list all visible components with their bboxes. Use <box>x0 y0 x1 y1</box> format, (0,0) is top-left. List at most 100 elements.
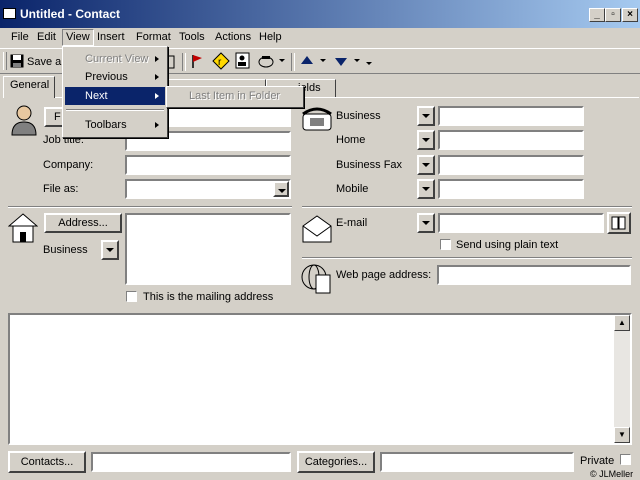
close-button[interactable]: × <box>622 8 638 22</box>
menu-item-label: Previous <box>85 71 128 83</box>
phone-home-field[interactable] <box>438 130 584 150</box>
email-dropdown[interactable] <box>417 213 435 233</box>
phone-business-dropdown[interactable] <box>417 106 435 126</box>
phone-business-fax-label: Business Fax <box>336 159 403 171</box>
section-divider <box>302 206 632 208</box>
phone-mobile-label: Mobile <box>336 183 369 195</box>
menu-help[interactable]: Help <box>256 30 285 45</box>
send-plain-text-label: Send using plain text <box>456 239 559 251</box>
view-menu-item-previous[interactable]: Previous <box>65 68 165 86</box>
menu-actions[interactable]: Actions <box>212 30 254 45</box>
address-book-button[interactable] <box>607 212 631 234</box>
house-icon <box>8 213 38 243</box>
save-icon[interactable] <box>10 54 24 68</box>
email-envelope-icon <box>302 215 332 243</box>
menu-view[interactable]: View <box>62 29 94 46</box>
phone-business-fax-field[interactable] <box>438 155 584 175</box>
contacts-field[interactable] <box>91 452 291 472</box>
phone-business-fax-dropdown[interactable] <box>417 155 435 175</box>
toolbar-separator <box>291 53 295 71</box>
categories-button[interactable]: Categories... <box>297 451 375 473</box>
section-divider <box>302 257 632 259</box>
mailing-address-checkbox[interactable] <box>126 291 137 302</box>
save-and-close-button[interactable]: Save a <box>27 54 61 70</box>
tab-general-label: General <box>10 79 50 91</box>
submenu-arrow-icon <box>155 74 159 80</box>
menu-edit[interactable]: Edit <box>34 30 59 45</box>
submenu-arrow-icon <box>155 122 159 128</box>
menu-format[interactable]: Format <box>133 30 174 45</box>
flag-icon[interactable] <box>190 53 204 69</box>
menu-item-label: Current View <box>85 53 149 65</box>
menu-item-label: Next <box>85 90 108 102</box>
phone-mobile-field[interactable] <box>438 179 584 199</box>
menu-bar: File Edit View Insert Format Tools Actio… <box>0 28 640 47</box>
menu-insert[interactable]: Insert <box>94 30 128 45</box>
company-label: Company: <box>43 159 94 171</box>
email-field[interactable] <box>438 213 604 233</box>
address-type-label: Business <box>43 244 88 256</box>
submenu-arrow-icon <box>155 56 159 62</box>
menu-tools[interactable]: Tools <box>176 30 208 45</box>
web-page-label: Web page address: <box>336 269 432 281</box>
phone-home-dropdown[interactable] <box>417 130 435 150</box>
phone-mobile-dropdown[interactable] <box>417 179 435 199</box>
web-page-field[interactable] <box>437 265 631 285</box>
address-type-dropdown[interactable] <box>101 240 119 260</box>
next-dropdown-arrow[interactable] <box>354 59 360 62</box>
contact-details-icon[interactable] <box>235 52 251 70</box>
file-as-label: File as: <box>43 183 79 195</box>
toolbar-overflow-chevron[interactable] <box>366 62 372 65</box>
phone-home-label: Home <box>336 134 366 146</box>
menu-item-label: Toolbars <box>85 119 127 131</box>
maximize-button[interactable]: ▫ <box>605 8 621 22</box>
file-as-dropdown-button[interactable] <box>273 181 289 197</box>
submenu-arrow-icon <box>155 93 159 99</box>
title-bar[interactable]: Untitled - Contact _ ▫ × <box>0 0 640 28</box>
telephone-icon <box>302 107 332 131</box>
address-button[interactable]: Address... <box>44 213 122 233</box>
previous-item-icon[interactable] <box>300 55 314 67</box>
next-submenu: Last Item in Folder <box>166 86 304 108</box>
full-name-button-label: F <box>54 111 61 123</box>
view-menu-item-current-view[interactable]: Current View <box>65 50 165 68</box>
mailing-address-label: This is the mailing address <box>143 291 274 303</box>
address-field[interactable] <box>125 213 291 285</box>
categories-field[interactable] <box>380 452 574 472</box>
notes-vertical-scrollbar[interactable]: ▲ ▼ <box>614 315 630 443</box>
email-label: E-mail <box>336 217 368 229</box>
address-book-icon <box>611 216 626 230</box>
submenu-item-last-item-in-folder[interactable]: Last Item in Folder <box>189 90 280 102</box>
notes-textarea[interactable]: ▲ ▼ <box>8 313 632 445</box>
previous-dropdown-arrow[interactable] <box>320 59 326 62</box>
scroll-down-button[interactable]: ▼ <box>614 427 630 443</box>
call-dropdown-arrow[interactable] <box>279 59 285 62</box>
follow-up-icon[interactable]: r <box>212 52 230 70</box>
next-item-icon[interactable] <box>334 55 348 67</box>
contacts-button[interactable]: Contacts... <box>8 451 86 473</box>
toolbar-grip[interactable] <box>3 52 7 70</box>
web-page-icon <box>301 264 331 294</box>
window-title: Untitled - Contact <box>20 7 120 21</box>
section-divider <box>8 206 292 208</box>
private-checkbox[interactable] <box>620 454 631 465</box>
view-menu-item-toolbars[interactable]: Toolbars <box>65 116 165 134</box>
menu-separator <box>66 109 164 111</box>
person-icon <box>11 105 37 136</box>
phone-business-field[interactable] <box>438 106 584 126</box>
call-contact-icon[interactable] <box>258 53 274 69</box>
contact-card-icon <box>3 8 16 19</box>
file-as-field[interactable] <box>125 179 291 199</box>
menu-file[interactable]: File <box>8 30 32 45</box>
toolbar-separator <box>182 53 186 71</box>
view-menu-item-next[interactable]: Next <box>65 87 165 105</box>
scroll-up-button[interactable]: ▲ <box>614 315 630 331</box>
watermark: © JLMeller <box>590 469 634 479</box>
private-label: Private <box>580 455 615 467</box>
send-plain-text-checkbox[interactable] <box>440 239 451 250</box>
phone-business-label: Business <box>336 110 381 122</box>
view-menu-dropdown: Current View Previous Next Toolbars <box>62 46 168 138</box>
tab-general[interactable]: General <box>3 76 55 98</box>
company-field[interactable] <box>125 155 291 175</box>
minimize-button[interactable]: _ <box>589 8 605 22</box>
